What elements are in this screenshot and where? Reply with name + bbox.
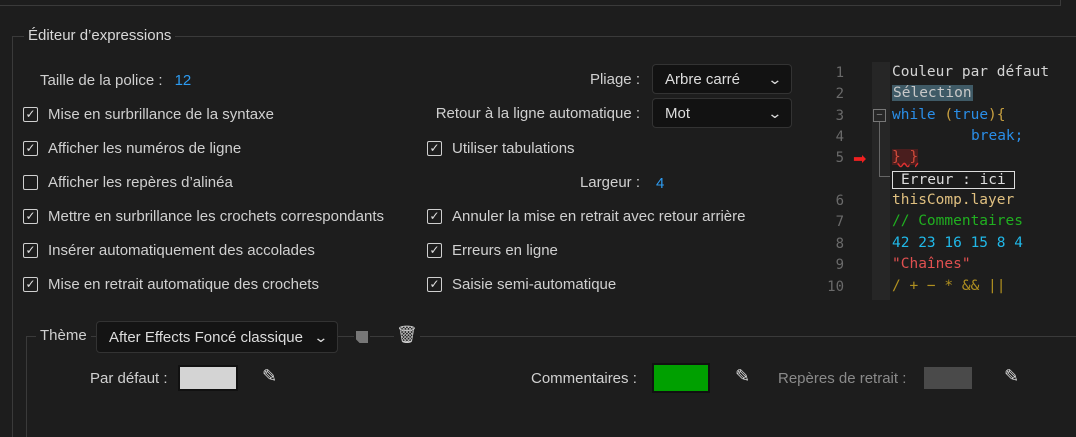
font-size-value[interactable]: 12: [175, 72, 192, 89]
line-number: 2: [835, 86, 844, 102]
option-row[interactable]: ✓ Mise en surbrillance de la syntaxe: [23, 104, 274, 124]
checkbox[interactable]: ✓: [23, 208, 38, 224]
line-number: 9: [835, 257, 844, 273]
chevron-down-icon: ⌄: [313, 328, 329, 345]
option-label: Mettre en surbrillance les crochets corr…: [48, 207, 384, 225]
keyword: while: [892, 107, 936, 123]
option-row[interactable]: Afficher les repères d’alinéa: [23, 172, 233, 192]
option-row[interactable]: ✓ Mise en retrait automatique des crochet…: [23, 274, 319, 294]
save-theme-button[interactable]: [354, 327, 370, 345]
default-color-label: Par défaut :: [90, 370, 168, 387]
option-label: Mise en surbrillance de la syntaxe: [48, 105, 274, 123]
eyedropper-icon[interactable]: ✎: [735, 366, 750, 387]
option-label: Insérer automatiquement des accolades: [48, 241, 315, 259]
line-number: 3: [835, 108, 844, 124]
save-icon: [356, 331, 368, 343]
checkbox[interactable]: [23, 174, 38, 190]
option-label: Saisie semi-automatique: [452, 275, 617, 293]
preview-while-line: while (true){: [892, 107, 1006, 123]
option-row[interactable]: ✓ Annuler la mise en retrait avec retour …: [427, 206, 745, 226]
eyedropper-icon[interactable]: ✎: [262, 366, 277, 387]
option-row[interactable]: ✓ Afficher les numéros de ligne: [23, 138, 241, 158]
fold-minus-icon[interactable]: −: [873, 109, 886, 122]
line-number: 1: [835, 65, 844, 81]
preview-comment: // Commentaires: [892, 213, 1023, 229]
inline-error-box: Erreur : ici: [892, 171, 1015, 189]
option-row[interactable]: ✓ Insérer automatiquement des accolades: [23, 240, 315, 260]
preview-error-braces: } }: [892, 149, 919, 165]
folding-label: Pliage :: [589, 71, 640, 88]
preview-selection: Sélection: [892, 85, 973, 101]
preview-string: "Chaînes": [892, 256, 971, 272]
use-tabs-option[interactable]: ✓ Utiliser tabulations: [427, 138, 575, 158]
line-number: 5: [835, 150, 844, 166]
fold-line: [879, 122, 890, 177]
option-label: Annuler la mise en retrait avec retour a…: [452, 207, 746, 225]
fold-gutter: [872, 62, 890, 300]
line-number: 4: [835, 129, 844, 145]
font-size-label: Taille de la police :: [40, 71, 163, 89]
theme-value: After Effects Foncé classique: [109, 328, 303, 346]
checkbox[interactable]: ✓: [23, 242, 38, 258]
wrap-dropdown[interactable]: Mot ⌄: [652, 98, 792, 128]
folding-value: Arbre carré: [665, 70, 741, 88]
preview-operators: / + − * && ||: [892, 278, 1006, 294]
indent-guides-color-label: Repères de retrait :: [778, 370, 907, 387]
preview-identifier: thisComp.layer: [892, 192, 1015, 208]
top-panel-border: [0, 0, 1061, 6]
line-number: 8: [835, 236, 844, 252]
theme-dropdown[interactable]: After Effects Foncé classique ⌄: [96, 321, 338, 353]
option-label: Mise en retrait automatique des crochets: [48, 275, 319, 293]
default-color-swatch[interactable]: [178, 365, 238, 391]
indent-guides-color-swatch[interactable]: [922, 365, 974, 391]
folding-dropdown[interactable]: Arbre carré ⌄: [652, 64, 792, 94]
section-title: Éditeur d’expressions: [24, 27, 176, 44]
checkbox[interactable]: ✓: [427, 276, 442, 292]
checkbox[interactable]: ✓: [427, 242, 442, 258]
width-label: Largeur :: [579, 174, 640, 191]
option-label: Erreurs en ligne: [452, 241, 558, 259]
error-arrow-icon: ➡: [853, 151, 867, 168]
checkbox[interactable]: ✓: [23, 140, 38, 156]
eyedropper-icon[interactable]: ✎: [1004, 366, 1019, 387]
option-label: Afficher les numéros de ligne: [48, 139, 242, 157]
option-label: Afficher les repères d’alinéa: [48, 173, 233, 191]
paren: (: [935, 107, 954, 123]
trash-icon[interactable]: 🗑: [394, 325, 420, 345]
keyword: true: [953, 107, 989, 123]
option-row[interactable]: ✓ Erreurs en ligne: [427, 240, 558, 260]
width-value[interactable]: 4: [656, 175, 664, 192]
chevron-down-icon: ⌄: [767, 104, 783, 121]
preview-numbers: 42 23 16 15 8 4: [892, 235, 1023, 251]
option-row[interactable]: ✓ Saisie semi-automatique: [427, 274, 616, 294]
checkbox[interactable]: ✓: [427, 208, 442, 224]
line-number: 6: [835, 193, 844, 209]
option-label: Utiliser tabulations: [452, 139, 575, 157]
font-size-setting: Taille de la police : 12: [40, 70, 191, 90]
preview-default-text: Couleur par défaut: [892, 64, 1050, 80]
wrap-label: Retour à la ligne automatique :: [435, 105, 640, 122]
theme-label: Thème: [36, 327, 91, 344]
comments-color-label: Commentaires :: [531, 370, 637, 387]
checkbox[interactable]: ✓: [23, 276, 38, 292]
line-number: 7: [835, 214, 844, 230]
wrap-value: Mot: [665, 104, 691, 122]
paren: ){: [988, 107, 1006, 123]
checkbox[interactable]: ✓: [427, 140, 442, 156]
comments-color-swatch[interactable]: [652, 363, 710, 393]
checkbox[interactable]: ✓: [23, 106, 38, 122]
preview-break: break;: [971, 128, 1024, 144]
line-number: 10: [827, 279, 844, 295]
option-row[interactable]: ✓ Mettre en surbrillance les crochets cor…: [23, 206, 384, 226]
chevron-down-icon: ⌄: [767, 70, 783, 87]
